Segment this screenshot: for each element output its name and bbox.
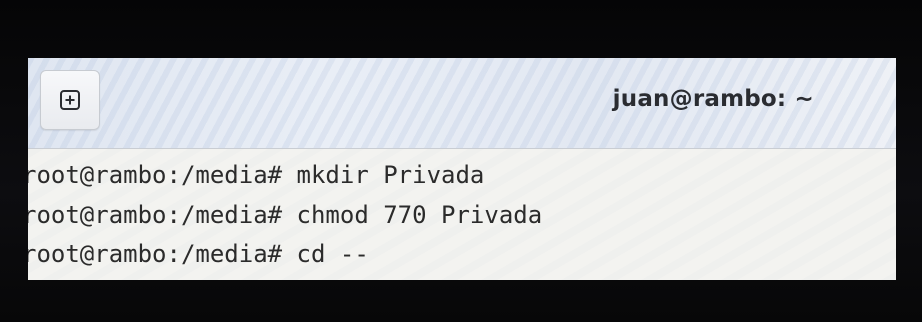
window-title: juan@rambo: ~ bbox=[612, 86, 814, 112]
new-tab-button[interactable] bbox=[40, 70, 100, 130]
plus-box-icon bbox=[60, 90, 80, 110]
terminal-window: juan@rambo: ~ root@rambo:/media# mkdir P… bbox=[28, 58, 896, 280]
terminal-line: root@rambo:/media# chmod 770 Privada bbox=[28, 201, 543, 229]
terminal-output[interactable]: root@rambo:/media# mkdir Privada root@ra… bbox=[28, 149, 896, 280]
headerbar: juan@rambo: ~ bbox=[28, 58, 896, 149]
terminal-line: root@rambo:/media# cd -- bbox=[28, 240, 369, 268]
terminal-line: root@rambo:/media# mkdir Privada bbox=[28, 161, 485, 189]
